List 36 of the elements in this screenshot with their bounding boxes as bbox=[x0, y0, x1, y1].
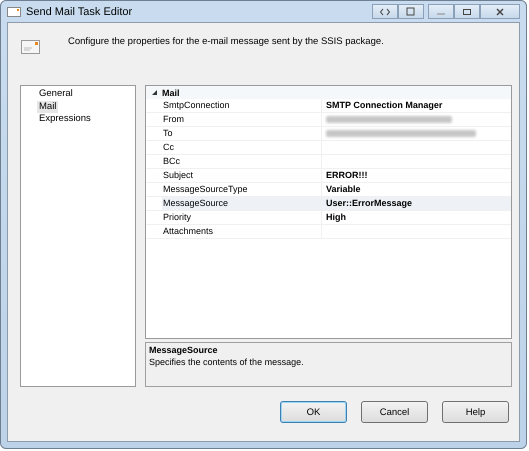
close-icon bbox=[495, 8, 505, 16]
dialog-button[interactable]: OK bbox=[280, 401, 347, 423]
description-title: MessageSource bbox=[149, 345, 219, 355]
designer-button[interactable] bbox=[398, 4, 424, 19]
property-name[interactable]: Attachments bbox=[162, 225, 322, 238]
window-title: Send Mail Task Editor bbox=[26, 6, 134, 18]
close-button[interactable] bbox=[480, 4, 520, 19]
page-list-item[interactable]: Mail bbox=[37, 100, 58, 113]
property-name[interactable]: Subject bbox=[162, 169, 322, 182]
property-name[interactable]: MessageSourceType bbox=[162, 183, 322, 196]
envelope-icon bbox=[7, 6, 21, 16]
property-name[interactable]: Priority bbox=[162, 211, 322, 224]
property-name[interactable]: To bbox=[162, 127, 322, 140]
maximize-button[interactable] bbox=[454, 4, 480, 19]
property-value[interactable]: High bbox=[326, 211, 346, 224]
category-label: Mail bbox=[162, 88, 180, 98]
property-value[interactable]: Variable bbox=[326, 183, 361, 196]
maximize-icon bbox=[462, 8, 472, 16]
property-name[interactable]: MessageSource bbox=[162, 197, 322, 210]
mail-icon bbox=[21, 40, 40, 54]
dialog-button[interactable]: Cancel bbox=[361, 401, 428, 423]
code-icon bbox=[380, 8, 390, 16]
property-name[interactable]: SmtpConnection bbox=[162, 99, 322, 112]
property-value[interactable]: ERROR!!! bbox=[326, 169, 368, 182]
property-name[interactable]: From bbox=[162, 113, 322, 126]
description-text: Specifies the contents of the message. bbox=[149, 357, 305, 367]
square-icon bbox=[406, 7, 416, 16]
property-name[interactable]: Cc bbox=[162, 141, 322, 154]
property-value[interactable]: SMTP Connection Manager bbox=[326, 99, 442, 112]
page-list-item[interactable]: General bbox=[37, 88, 75, 100]
code-view-button[interactable] bbox=[372, 4, 398, 19]
dialog-button[interactable]: Help bbox=[442, 401, 509, 423]
property-name[interactable]: BCc bbox=[162, 155, 322, 168]
page-list-item[interactable]: Expressions bbox=[37, 113, 93, 126]
header-description: Configure the properties for the e-mail message sent by the SSIS package. bbox=[68, 36, 384, 46]
collapse-icon[interactable] bbox=[152, 90, 156, 95]
